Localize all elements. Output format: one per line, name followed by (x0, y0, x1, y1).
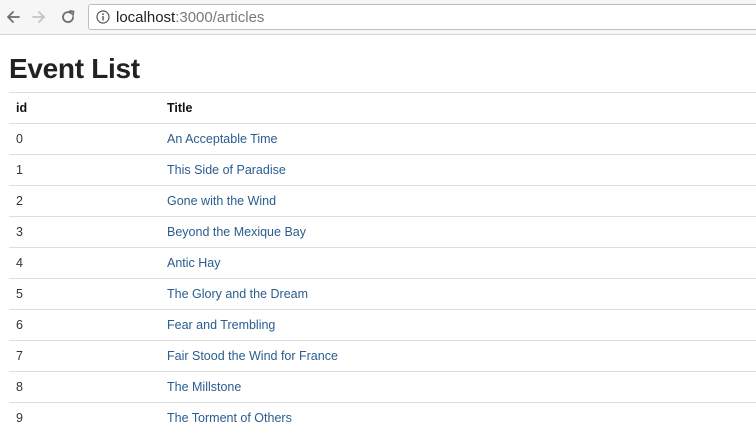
table-row: 9 The Torment of Others (9, 402, 756, 434)
table-header-row: id Title (9, 92, 756, 124)
url-path: :3000/articles (175, 8, 265, 26)
article-title-link[interactable]: Gone with the Wind (167, 194, 276, 208)
article-title-link[interactable]: Fear and Trembling (167, 318, 275, 332)
row-id: 6 (9, 309, 160, 341)
article-title-link[interactable]: The Glory and the Dream (167, 287, 308, 301)
forward-button[interactable] (28, 6, 50, 28)
row-id: 1 (9, 154, 160, 186)
page-title: Event List (9, 53, 140, 84)
row-id: 0 (9, 123, 160, 155)
reload-icon (62, 10, 75, 23)
table-row: 3 Beyond the Mexique Bay (9, 216, 756, 248)
row-id: 7 (9, 340, 160, 372)
articles-table: id Title 0 An Acceptable Time 1 This Sid… (9, 92, 756, 434)
page-content: Event List id Title 0 An Acceptable Time… (9, 36, 756, 434)
table-row: 4 Antic Hay (9, 247, 756, 279)
article-title-link[interactable]: The Torment of Others (167, 411, 292, 425)
row-id: 4 (9, 247, 160, 279)
row-id: 9 (9, 402, 160, 434)
browser-toolbar: localhost:3000/articles (0, 0, 756, 35)
table-row: 8 The Millstone (9, 371, 756, 403)
row-id: 3 (9, 216, 160, 248)
column-header-id: id (9, 92, 160, 124)
article-title-link[interactable]: Fair Stood the Wind for France (167, 349, 338, 363)
url-host: localhost (116, 8, 176, 26)
table-row: 1 This Side of Paradise (9, 154, 756, 186)
arrow-left-icon (7, 11, 20, 23)
table-row: 7 Fair Stood the Wind for France (9, 340, 756, 372)
arrow-right-icon (32, 11, 45, 23)
info-icon[interactable] (96, 10, 110, 24)
table-row: 0 An Acceptable Time (9, 123, 756, 155)
row-id: 5 (9, 278, 160, 310)
row-id: 2 (9, 185, 160, 217)
article-title-link[interactable]: Beyond the Mexique Bay (167, 225, 306, 239)
article-title-link[interactable]: The Millstone (167, 380, 241, 394)
reload-button[interactable] (57, 6, 79, 28)
table-row: 5 The Glory and the Dream (9, 278, 756, 310)
table-row: 6 Fear and Trembling (9, 309, 756, 341)
article-title-link[interactable]: This Side of Paradise (167, 163, 286, 177)
article-title-link[interactable]: An Acceptable Time (167, 132, 277, 146)
table-row: 2 Gone with the Wind (9, 185, 756, 217)
back-button[interactable] (2, 6, 24, 28)
article-title-link[interactable]: Antic Hay (167, 256, 221, 270)
column-header-title: Title (160, 92, 756, 124)
address-bar[interactable]: localhost:3000/articles (88, 4, 756, 30)
row-id: 8 (9, 371, 160, 403)
